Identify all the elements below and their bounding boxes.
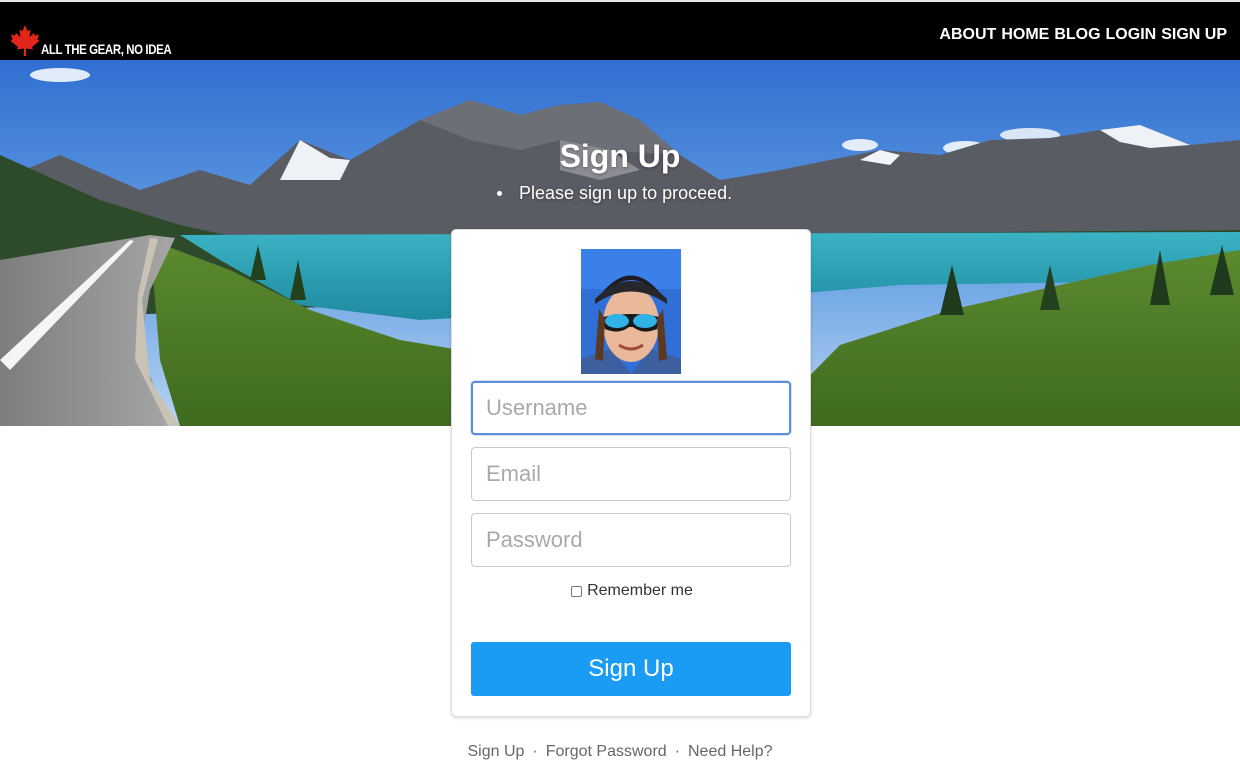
nav-blog[interactable]: BLOG: [1054, 26, 1100, 44]
main-nav: ABOUT HOME BLOG LOGIN SIGN UP: [939, 26, 1227, 44]
brand-logo[interactable]: ALL THE GEAR, NO IDEA: [10, 22, 200, 58]
page-subtitle-text: Please sign up to proceed.: [519, 183, 733, 203]
maple-leaf-icon: [10, 25, 40, 56]
signup-card: Remember me Sign Up: [451, 229, 811, 717]
nav-about[interactable]: ABOUT: [939, 26, 996, 44]
password-input[interactable]: [471, 513, 791, 567]
email-input[interactable]: [471, 447, 791, 501]
nav-home[interactable]: HOME: [1001, 26, 1049, 44]
remember-me-checkbox[interactable]: [571, 586, 583, 597]
bullet-dot: [497, 191, 502, 196]
remember-me[interactable]: Remember me: [452, 582, 812, 600]
sign-up-button[interactable]: Sign Up: [471, 642, 791, 696]
footer-separator: ·: [532, 743, 538, 760]
footer-sign-up-link[interactable]: Sign Up: [467, 743, 524, 760]
footer-forgot-password-link[interactable]: Forgot Password: [546, 743, 667, 760]
brand-text: ALL THE GEAR, NO IDEA: [41, 41, 172, 57]
footer-separator: ·: [674, 743, 680, 760]
username-input[interactable]: [471, 381, 791, 435]
remember-me-label: Remember me: [587, 582, 693, 599]
nav-sign-up[interactable]: SIGN UP: [1161, 26, 1227, 44]
top-navbar: ALL THE GEAR, NO IDEA ABOUT HOME BLOG LO…: [0, 0, 1240, 60]
nav-login[interactable]: LOGIN: [1106, 26, 1157, 44]
page-title: Sign Up: [559, 138, 681, 174]
footer-need-help-link[interactable]: Need Help?: [688, 743, 773, 760]
page-subtitle: Please sign up to proceed.: [497, 183, 732, 204]
avatar: [581, 249, 681, 374]
footer-links: Sign Up · Forgot Password · Need Help?: [0, 743, 1240, 761]
